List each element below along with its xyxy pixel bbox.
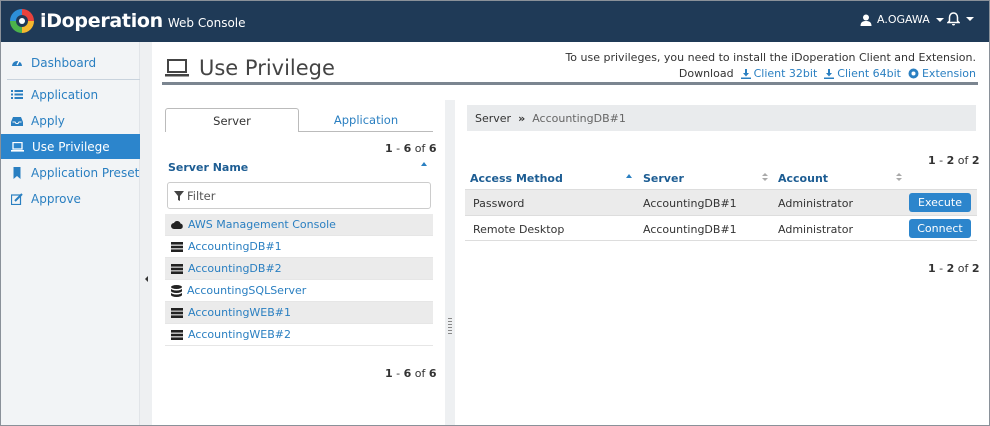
laptop-icon <box>165 59 189 77</box>
inbox-icon <box>11 116 23 126</box>
list-icon <box>11 90 23 99</box>
server-panel: Server Application 1 - 6 of 6 Server Nam… <box>152 100 445 426</box>
cell-access-method: Password <box>473 197 525 210</box>
logo-text: iDoperation <box>40 10 163 32</box>
page-title-text: Use Privilege <box>199 56 335 80</box>
sidebar-item-dashboard[interactable]: Dashboard <box>1 50 140 75</box>
server-row[interactable]: AccountingDB#1 <box>165 236 433 258</box>
bookmark-icon <box>13 166 21 179</box>
logo-icon <box>10 9 34 33</box>
page-title: Use Privilege <box>165 56 335 80</box>
execute-button[interactable]: Execute <box>909 193 971 212</box>
user-menu[interactable]: A.OGAWA <box>860 13 944 26</box>
download-client-32bit-link[interactable]: Client 32bit <box>740 67 817 80</box>
top-navbar: iDoperation Web Console A.OGAWA <box>0 0 990 42</box>
download-label: Download <box>678 67 734 80</box>
sidebar-item-approve[interactable]: Approve <box>1 186 140 211</box>
tab-application[interactable]: Application <box>299 108 433 132</box>
breadcrumb-current: AccountingDB#1 <box>532 111 626 125</box>
laptop-icon <box>11 141 24 152</box>
user-name: A.OGAWA <box>877 13 930 26</box>
sidebar-item-label: Approve <box>31 191 81 206</box>
chevron-down-icon <box>966 17 974 21</box>
sidebar-item-label: Application <box>31 87 99 102</box>
cell-access-method: Remote Desktop <box>473 223 565 236</box>
pager-top: 1 - 6 of 6 <box>385 142 437 155</box>
notifications-menu[interactable] <box>947 12 974 26</box>
table-row: Password AccountingDB#1 Administrator Ex… <box>465 189 977 215</box>
pager-bottom: 1 - 6 of 6 <box>385 367 437 380</box>
user-icon <box>860 14 872 26</box>
panel-splitter[interactable] <box>445 100 455 426</box>
sort-ascending-icon[interactable] <box>421 162 427 166</box>
column-header-account[interactable]: Account <box>778 172 828 185</box>
breadcrumb-root[interactable]: Server <box>475 112 511 125</box>
install-notice: To use privileges, you need to install t… <box>565 51 976 64</box>
dashboard-icon <box>12 60 22 66</box>
download-client-64bit-link[interactable]: Client 64bit <box>824 67 901 80</box>
server-icon <box>171 329 183 340</box>
cell-account: Administrator <box>778 197 853 210</box>
chevron-down-icon <box>935 17 944 22</box>
sidebar-item-label: Application Preset <box>31 165 140 180</box>
pager-bottom: 1 - 2 of 2 <box>928 262 980 275</box>
sidebar-toggle[interactable] <box>140 42 152 426</box>
server-icon <box>171 307 183 318</box>
server-row[interactable]: AccountingWEB#1 <box>165 302 433 324</box>
filter-input[interactable]: Filter <box>167 182 431 209</box>
access-method-panel: Server » AccountingDB#1 1 - 2 of 2 Acces… <box>455 100 990 426</box>
download-extension-link[interactable]: Extension <box>908 67 976 80</box>
pager-top: 1 - 2 of 2 <box>928 154 980 167</box>
bell-icon <box>947 12 960 26</box>
column-header-server[interactable]: Server <box>643 172 684 185</box>
sidebar-item-apply[interactable]: Apply <box>1 108 140 133</box>
sidebar: Dashboard Application Apply Use Privileg… <box>0 42 140 426</box>
server-row[interactable]: AccountingSQLServer <box>165 280 433 302</box>
app-logo[interactable]: iDoperation Web Console <box>10 8 246 34</box>
cell-server: AccountingDB#1 <box>643 197 737 210</box>
cloud-icon <box>171 221 183 229</box>
cell-server: AccountingDB#1 <box>643 223 737 236</box>
column-header-access-method[interactable]: Access Method <box>470 172 563 185</box>
sort-ascending-icon[interactable] <box>626 174 632 178</box>
download-links: Download Client 32bit Client 64bit Exten… <box>679 67 976 80</box>
drag-handle-icon[interactable] <box>448 318 452 336</box>
filter-icon <box>174 190 184 201</box>
chrome-icon <box>908 68 919 79</box>
breadcrumb: Server » AccountingDB#1 <box>467 105 976 131</box>
connect-button[interactable]: Connect <box>909 219 971 238</box>
server-row[interactable]: AccountingDB#2 <box>165 258 433 280</box>
title-divider <box>162 82 978 85</box>
download-icon <box>740 68 751 79</box>
collapse-left-icon <box>145 276 148 282</box>
sidebar-divider <box>7 79 140 80</box>
sidebar-item-application-preset[interactable]: Application Preset <box>1 160 140 185</box>
table-row: Remote Desktop AccountingDB#1 Administra… <box>465 215 977 241</box>
database-icon <box>171 284 182 297</box>
edit-icon <box>11 192 23 205</box>
sidebar-item-application[interactable]: Application <box>1 82 140 107</box>
cell-account: Administrator <box>778 223 853 236</box>
server-icon <box>171 241 183 252</box>
sort-icon[interactable] <box>762 173 768 182</box>
download-icon <box>824 68 835 79</box>
double-chevron-right-icon: » <box>518 111 526 125</box>
sidebar-item-label: Dashboard <box>31 55 97 70</box>
server-row[interactable]: AccountingWEB#2 <box>165 324 433 346</box>
logo-subtitle: Web Console <box>167 16 246 30</box>
tab-server[interactable]: Server <box>165 108 299 132</box>
server-row[interactable]: AWS Management Console <box>165 214 433 236</box>
column-header-server-name[interactable]: Server Name <box>168 161 248 174</box>
sidebar-item-label: Use Privilege <box>32 139 110 154</box>
sort-icon[interactable] <box>896 173 902 182</box>
sidebar-item-use-privilege[interactable]: Use Privilege <box>1 134 140 159</box>
sidebar-item-label: Apply <box>31 113 65 128</box>
server-icon <box>171 263 183 274</box>
